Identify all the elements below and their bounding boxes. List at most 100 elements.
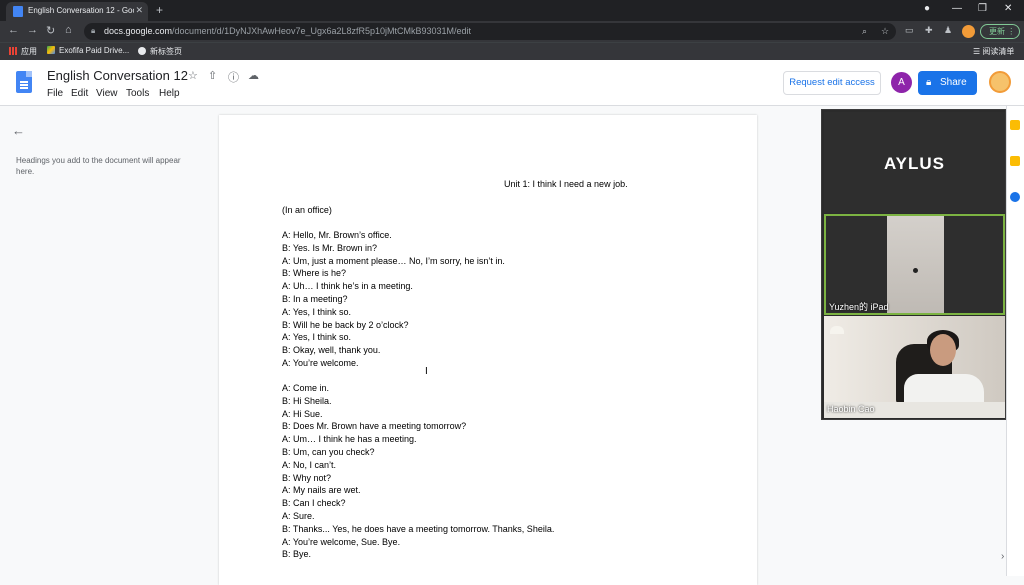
dialogue-line: A: You’re welcome, Sue. Bye. bbox=[282, 536, 401, 547]
video-tile-ipad[interactable]: Yuzhen的 iPad bbox=[824, 214, 1005, 315]
globe-icon bbox=[138, 47, 146, 55]
bookmark-star-icon[interactable]: ☆ bbox=[881, 26, 889, 37]
restore-icon[interactable]: ❐ bbox=[978, 3, 987, 14]
bookmark-newtab[interactable]: 新标签页 bbox=[138, 46, 182, 57]
dialogue-line: B: Yes. Is Mr. Brown in? bbox=[282, 242, 378, 253]
docs-logo-icon[interactable] bbox=[16, 71, 32, 93]
browser-tab[interactable]: English Conversation 12 - Goo ✕ bbox=[6, 2, 148, 21]
tasks-icon[interactable] bbox=[1010, 192, 1020, 202]
tab-title: English Conversation 12 - Goo bbox=[28, 6, 134, 15]
share-button[interactable]: 🔒︎ Share bbox=[918, 71, 977, 95]
cloud-status-icon[interactable]: ☁ bbox=[248, 69, 259, 82]
bookmark-drive[interactable]: Exofifa Paid Drive... bbox=[47, 46, 129, 55]
participant-label-aylus: AYLUS bbox=[883, 154, 946, 173]
dialogue-line: A: Uh… I think he’s in a meeting. bbox=[282, 281, 413, 292]
dialogue-line: B: Why not? bbox=[282, 472, 332, 483]
address-bar[interactable]: 🔒︎ docs.google.com/document/d/1DyNJXhAwH… bbox=[84, 23, 896, 40]
profile-extension-icon[interactable]: ♟ bbox=[944, 25, 952, 36]
bookmark-drive-label: Exofifa Paid Drive... bbox=[59, 46, 130, 55]
dialogue-line: A: You’re welcome. bbox=[282, 358, 359, 368]
back-icon[interactable]: ← bbox=[8, 24, 19, 36]
lock-icon: 🔒︎ bbox=[91, 26, 96, 35]
url-host: docs.google.com bbox=[104, 26, 173, 36]
dialogue-line: B: Where is he? bbox=[282, 268, 347, 279]
dialogue-line: B: Thanks... Yes, he does have a meeting… bbox=[282, 523, 555, 534]
text-cursor-icon: I bbox=[425, 366, 428, 377]
document-heading: Unit 1: I think I need a new job. bbox=[504, 179, 628, 189]
update-label: 更新 bbox=[989, 27, 1005, 36]
participant-name-haobin: Haobin Cao bbox=[827, 404, 875, 414]
close-outline-icon[interactable]: ← bbox=[12, 123, 25, 138]
dialogue-line: B: Um, can you check? bbox=[282, 447, 375, 457]
dialogue-line: A: My nails are wet. bbox=[282, 485, 361, 496]
profile-avatar[interactable] bbox=[962, 25, 975, 38]
video-call-panel: AYLUS Yuzhen的 iPad Haobin Cao bbox=[821, 109, 1006, 420]
docs-header: English Conversation 12 ☆ ⇧ ⓘ ☁ File Edi… bbox=[0, 60, 1024, 106]
zoom-icon[interactable]: ⌕ bbox=[862, 26, 867, 37]
forward-icon[interactable]: → bbox=[27, 24, 38, 36]
side-panel-strip bbox=[1006, 106, 1024, 576]
dialogue-line: A: Hello, Mr. Brown’s office. bbox=[282, 230, 392, 240]
tab-search-icon[interactable]: ● bbox=[924, 3, 930, 14]
url-text[interactable]: docs.google.com/document/d/1DyNJXhAwHeov… bbox=[104, 26, 471, 36]
home-icon[interactable]: ⌂ bbox=[65, 24, 72, 36]
participant-name-ipad: Yuzhen的 iPad bbox=[829, 302, 889, 312]
dialogue-line: A: Um… I think he has a meeting. bbox=[282, 434, 417, 445]
dialogue-line: A: Sure. bbox=[282, 511, 315, 521]
keep-icon[interactable] bbox=[1010, 120, 1020, 130]
browser-tab-bar: English Conversation 12 - Goo ✕ + ● — ❐ … bbox=[0, 0, 1024, 21]
bookmarks-bar: 应用 Exofifa Paid Drive... 新标签页 ☰ 阅读清单 bbox=[0, 42, 1024, 60]
close-window-icon[interactable]: ✕ bbox=[1004, 3, 1012, 14]
bookmark-newtab-label: 新标签页 bbox=[150, 47, 182, 56]
collaborator-avatar[interactable]: A bbox=[891, 72, 912, 93]
calendar-icon[interactable] bbox=[1010, 156, 1020, 166]
menu-tools[interactable]: Tools bbox=[126, 88, 149, 99]
docs-favicon-icon bbox=[13, 6, 23, 17]
cast-icon[interactable]: ▭ bbox=[905, 25, 914, 36]
reading-list-icon: ☰ bbox=[973, 47, 983, 56]
dialogue-line: B: Does Mr. Brown have a meeting tomorro… bbox=[282, 421, 467, 432]
video-tile-aylus[interactable]: AYLUS bbox=[824, 112, 1005, 213]
person-head-shape bbox=[930, 334, 956, 366]
ipad-camera-feed bbox=[887, 216, 944, 313]
dialogue-line: B: Hi Sheila. bbox=[282, 395, 332, 406]
menu-file[interactable]: File bbox=[47, 88, 63, 99]
dialogue-line: B: Bye. bbox=[282, 549, 312, 560]
user-avatar[interactable] bbox=[989, 71, 1011, 93]
menu-view[interactable]: View bbox=[96, 88, 118, 99]
ceiling-fixture bbox=[913, 268, 918, 273]
reload-icon[interactable]: ↻ bbox=[46, 24, 55, 37]
dialogue-line: B: In a meeting? bbox=[282, 294, 348, 304]
expand-side-panel-icon[interactable]: › bbox=[1001, 551, 1004, 562]
lamp-shape bbox=[830, 326, 844, 334]
document-context: (In an office) bbox=[282, 205, 332, 215]
dialogue-line: B: Okay, well, thank you. bbox=[282, 345, 381, 356]
share-lock-icon: 🔒︎ bbox=[926, 77, 932, 88]
bookmark-apps[interactable]: 应用 bbox=[9, 46, 37, 57]
browser-toolbar: ← → ↻ ⌂ 🔒︎ docs.google.com/document/d/1D… bbox=[0, 21, 1024, 42]
dialogue-line: B: Can I check? bbox=[282, 498, 346, 509]
reading-list[interactable]: ☰ 阅读清单 bbox=[973, 46, 1014, 57]
info-icon[interactable]: ⓘ bbox=[228, 69, 239, 85]
bookmark-apps-label: 应用 bbox=[21, 47, 37, 56]
close-tab-icon[interactable]: ✕ bbox=[135, 5, 143, 16]
dialogue-line: A: Come in. bbox=[282, 383, 330, 393]
extensions-icon[interactable]: ✚ bbox=[925, 25, 933, 36]
minimize-icon[interactable]: — bbox=[952, 3, 962, 14]
outline-hint: Headings you add to the document will ap… bbox=[16, 156, 181, 176]
move-icon[interactable]: ⇧ bbox=[208, 69, 217, 82]
video-tile-haobin[interactable]: Haobin Cao bbox=[824, 316, 1005, 418]
document-title[interactable]: English Conversation 12 bbox=[47, 68, 188, 83]
new-tab-icon[interactable]: + bbox=[156, 3, 163, 17]
update-button[interactable]: 更新 ⋮ bbox=[980, 24, 1020, 39]
reading-list-label: 阅读清单 bbox=[982, 47, 1015, 56]
apps-grid-icon bbox=[9, 47, 17, 55]
request-edit-access-button[interactable]: Request edit access bbox=[783, 71, 881, 95]
dialogue-line: A: Hi Sue. bbox=[282, 408, 323, 419]
document-page[interactable]: Unit 1: I think I need a new job. (In an… bbox=[219, 115, 757, 585]
menu-help[interactable]: Help bbox=[159, 88, 180, 99]
dialogue-line: B: Will he be back by 2 o’clock? bbox=[282, 319, 409, 330]
dialogue-line: A: Yes, I think so. bbox=[282, 306, 352, 317]
menu-edit[interactable]: Edit bbox=[71, 88, 88, 99]
star-icon[interactable]: ☆ bbox=[188, 69, 198, 82]
